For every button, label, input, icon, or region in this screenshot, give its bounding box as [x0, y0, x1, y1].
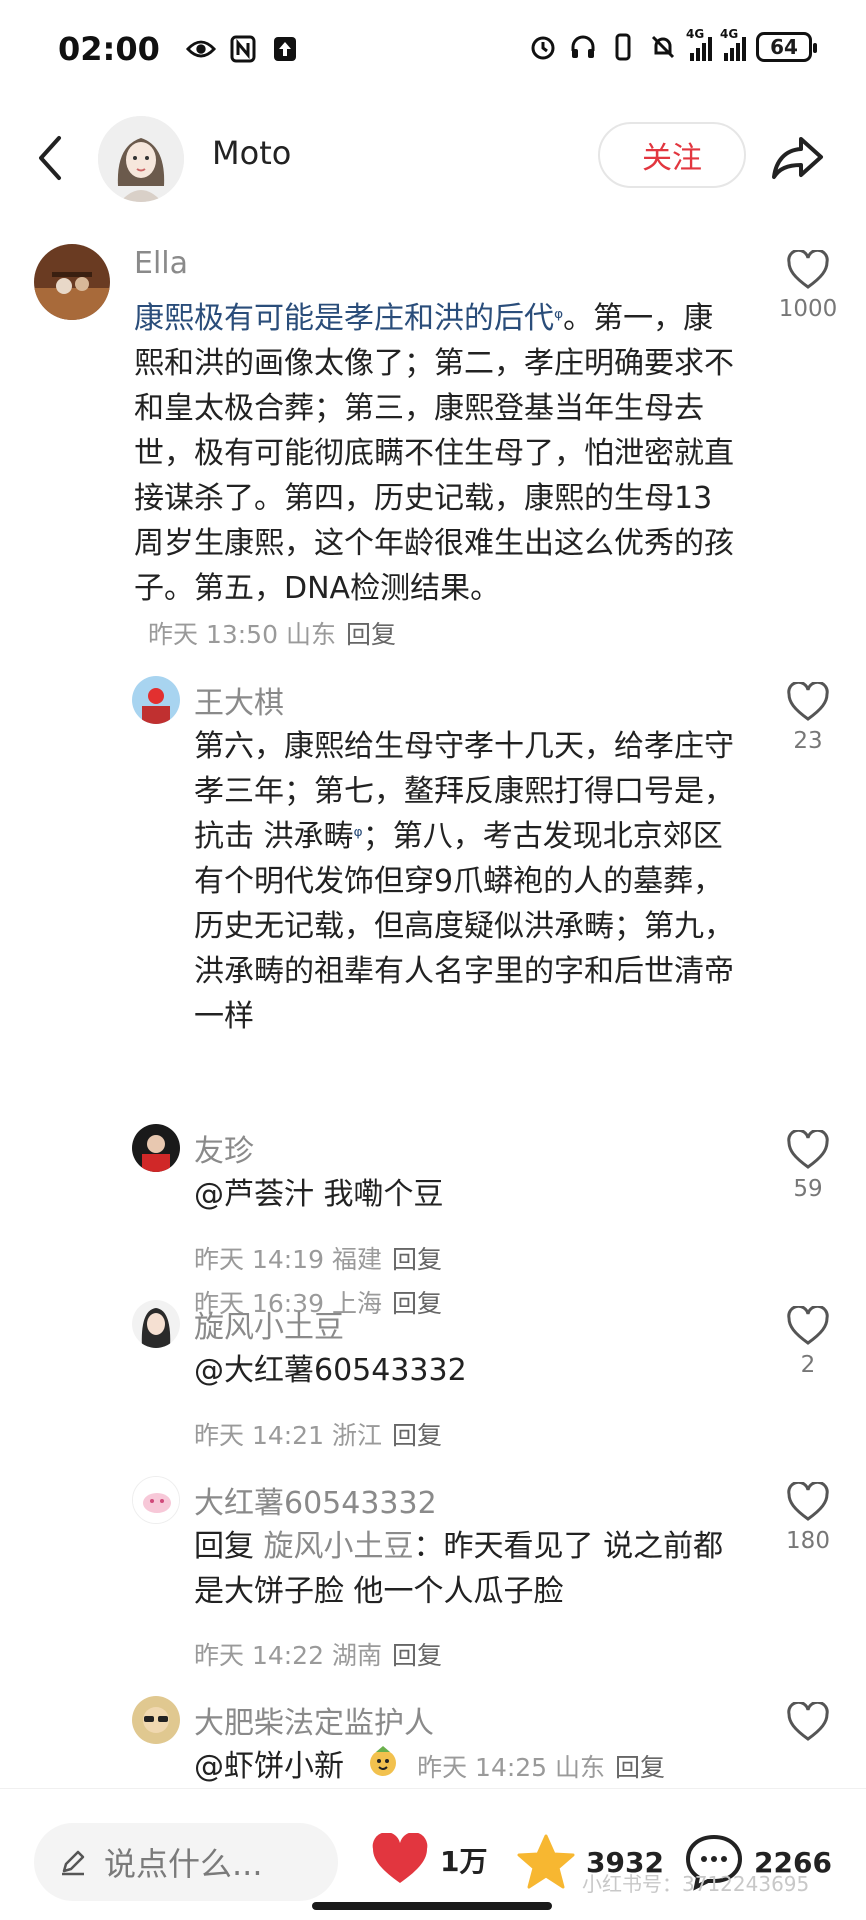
comment-meta: 昨天 14:25 山东 回复: [417, 1753, 665, 1782]
search-mark-icon[interactable]: ᵠ: [354, 824, 363, 849]
like-button[interactable]: 23: [768, 682, 848, 754]
like-count: 1000: [778, 296, 838, 322]
nfc-icon: [228, 34, 258, 64]
vibrate-icon: [608, 32, 638, 62]
star-filled-icon: [517, 1834, 575, 1889]
commenter-avatar[interactable]: [132, 1476, 180, 1524]
heart-outline-icon: [787, 682, 829, 721]
comment-text: 回复 旋风小土豆：昨天看见了 说之前都是大饼子脸 他一个人瓜子脸: [194, 1524, 742, 1614]
pencil-icon: [62, 1850, 85, 1876]
status-icons-right: 4G 4G 64: [528, 27, 817, 62]
heart-outline-icon: [787, 1482, 829, 1521]
comment-meta: 昨天 14:22 湖南 回复: [194, 1636, 442, 1672]
comment-meta: 昨天 14:21 浙江 回复: [194, 1416, 442, 1452]
like-count: 180: [786, 1528, 830, 1554]
author-name[interactable]: Moto: [212, 134, 291, 172]
commenter-name[interactable]: 友珍: [194, 1126, 254, 1170]
share-button[interactable]: [768, 128, 828, 188]
reply-button[interactable]: 回复: [392, 1245, 442, 1274]
comment-text: 第六，康熙给生母守孝十几天，给孝庄守孝三年；第七，鳌拜反康熙打得口号是，抗击 洪…: [194, 724, 742, 1039]
bottom-action-bar: 说点什么... 1万 3932 2266: [0, 1788, 866, 1920]
like-button[interactable]: 180: [768, 1482, 848, 1554]
battery-indicator: 64: [756, 32, 817, 62]
back-button[interactable]: [28, 130, 72, 186]
post-header: Moto 关注: [0, 108, 866, 208]
like-button[interactable]: 2: [768, 1306, 848, 1378]
eye-icon: [186, 34, 216, 64]
comment-time: 昨天 13:50 山东: [148, 620, 336, 649]
reply-button[interactable]: 回复: [392, 1421, 442, 1450]
comment-meta: 昨天 14:19 福建 回复: [194, 1240, 442, 1276]
highlighted-search-text[interactable]: 康熙极有可能是孝庄和洪的后代: [134, 301, 554, 336]
heart-outline-icon: [787, 1306, 829, 1345]
share-arrow-icon: [772, 137, 823, 179]
commenter-name[interactable]: 王大棋: [194, 678, 284, 722]
mute-bell-icon: [648, 32, 678, 62]
headset-icon: [568, 32, 598, 62]
status-bar: 02:00 4G 4G 64: [0, 0, 866, 100]
chevron-left-icon: [39, 136, 61, 180]
reply-button[interactable]: 回复: [346, 620, 396, 649]
sticker-emoji-icon: [366, 1744, 400, 1791]
comment-input-placeholder: 说点什么...: [104, 1845, 263, 1883]
comment-time: 昨天 14:22 湖南: [194, 1641, 382, 1670]
comment-text: @大红薯60543332: [194, 1353, 467, 1388]
home-indicator[interactable]: [312, 1902, 552, 1910]
reply-button[interactable]: 回复: [615, 1753, 665, 1782]
status-icons-left: [186, 34, 300, 64]
comment-time: 昨天 14:25 山东: [417, 1753, 606, 1782]
commenter-name[interactable]: 大红薯60543332: [194, 1478, 437, 1522]
commenter-avatar[interactable]: [34, 244, 110, 320]
comment-time: 昨天 14:21 浙江: [194, 1421, 382, 1450]
reply-prefix: 回复: [194, 1529, 254, 1564]
status-time: 02:00: [58, 30, 160, 68]
like-count: 2: [800, 1352, 816, 1378]
like-post-button[interactable]: 1万: [370, 1833, 487, 1887]
alarm-icon: [528, 32, 558, 62]
upload-icon: [270, 34, 300, 64]
reply-target-name[interactable]: 旋风小土豆: [264, 1529, 414, 1564]
follow-button[interactable]: 关注: [598, 122, 746, 188]
signal-2-icon: 4G: [720, 27, 746, 61]
author-avatar[interactable]: [98, 116, 184, 202]
comment-meta: 昨天 13:50 山东 回复: [148, 620, 396, 649]
comment-input[interactable]: 说点什么...: [34, 1823, 338, 1901]
reply-button[interactable]: 回复: [392, 1289, 442, 1318]
signal-1-label: 4G: [686, 27, 705, 41]
search-mark-icon[interactable]: ᵠ: [554, 306, 563, 331]
comment-text-rest: 。第一，康熙和洪的画像太像了；第二，孝庄明确要求不和皇太极合葬；第三，康熙登基当…: [134, 301, 734, 606]
like-count: 59: [793, 1176, 823, 1202]
commenter-avatar[interactable]: [132, 676, 180, 724]
comment-text: @虾饼小新 昨天 14:25 山东 回复: [194, 1744, 754, 1791]
like-count: 23: [793, 728, 823, 754]
comment-time: 昨天 14:19 福建: [194, 1245, 382, 1274]
commenter-name[interactable]: Ella: [134, 246, 188, 281]
heart-filled-icon: [372, 1833, 428, 1883]
signal-2-label: 4G: [720, 27, 739, 41]
post-like-count: 1万: [440, 1845, 488, 1878]
commenter-avatar[interactable]: [132, 1300, 180, 1348]
commenter-avatar[interactable]: [132, 1124, 180, 1172]
comment-text: 康熙极有可能是孝庄和洪的后代ᵠ。第一，康熙和洪的画像太像了；第二，孝庄明确要求不…: [134, 296, 742, 657]
heart-outline-icon: [787, 1702, 829, 1741]
commenter-avatar[interactable]: [132, 1696, 180, 1744]
heart-outline-icon: [787, 250, 829, 289]
heart-outline-icon: [787, 1130, 829, 1169]
commenter-name[interactable]: 大肥柴法定监护人: [194, 1698, 434, 1742]
like-button[interactable]: 1000: [768, 250, 848, 322]
watermark: 小红书号：3712243695: [582, 1872, 810, 1896]
like-button[interactable]: [768, 1702, 848, 1742]
comment-mention[interactable]: @虾饼小新: [194, 1749, 344, 1784]
commenter-name[interactable]: 旋风小土豆: [194, 1302, 344, 1346]
comment-text: @芦荟汁 我嘞个豆: [194, 1177, 444, 1212]
reply-button[interactable]: 回复: [392, 1641, 442, 1670]
like-button[interactable]: 59: [768, 1130, 848, 1202]
signal-1-icon: 4G: [686, 27, 712, 61]
